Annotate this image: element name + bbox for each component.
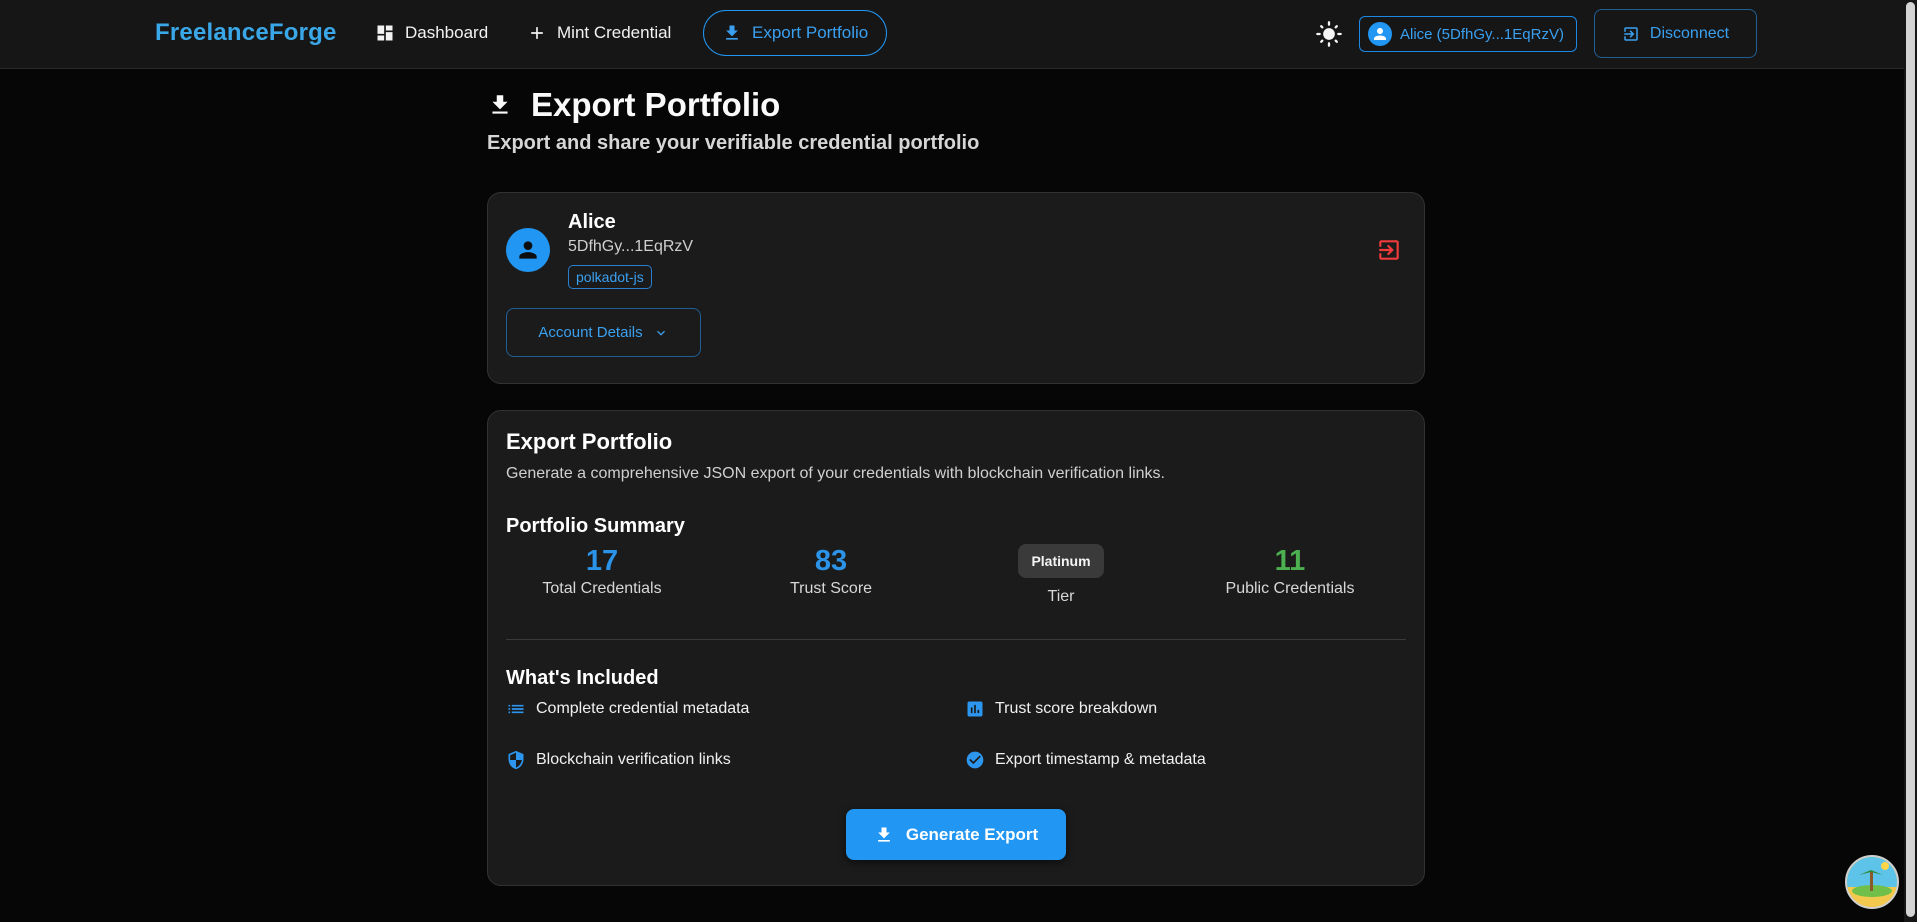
account-details-button[interactable]: Account Details	[506, 308, 701, 357]
shield-icon	[508, 750, 524, 770]
feature-label: Trust score breakdown	[995, 700, 1158, 717]
tier-badge: Platinum	[1018, 544, 1104, 578]
list-icon	[508, 704, 524, 714]
chip-avatar	[1368, 22, 1392, 46]
brand-logo[interactable]: FreelanceForge	[155, 19, 337, 47]
dashboard-icon	[377, 25, 393, 41]
logout-icon	[1624, 26, 1638, 41]
chevron-down-icon	[656, 330, 665, 336]
download-icon	[492, 95, 508, 114]
generate-export-button[interactable]: Generate Export	[846, 809, 1066, 860]
plus-icon	[531, 27, 543, 39]
nav-mint-label: Mint Credential	[557, 23, 672, 42]
export-description: Generate a comprehensive JSON export of …	[506, 465, 1165, 482]
logout-icon	[1379, 240, 1399, 260]
stat-public-credentials: 11 Public Credentials	[1190, 544, 1390, 598]
sun-icon	[1316, 21, 1342, 47]
stat-value: 83	[814, 545, 848, 577]
person-icon	[519, 241, 537, 259]
portfolio-summary-title: Portfolio Summary	[506, 515, 685, 537]
generate-export-label: Generate Export	[905, 824, 1039, 844]
page-title-text: Export Portfolio	[531, 86, 781, 123]
bar-chart-icon	[967, 701, 983, 717]
top-app-bar: FreelanceForge Dashboard Mint Credential…	[0, 0, 1917, 69]
page-title: Export Portfolio	[487, 84, 780, 126]
nav-export-portfolio-button[interactable]: Export Portfolio	[703, 10, 888, 56]
account-chip-label: Alice (5DfhGy...1EqRzV)	[1400, 25, 1564, 43]
whats-included-title: What's Included	[506, 667, 659, 689]
stat-label: Total Credentials	[542, 580, 662, 597]
person-icon	[1374, 28, 1386, 40]
stat-label: Public Credentials	[1225, 580, 1355, 597]
page-subtitle: Export and share your verifiable credent…	[487, 132, 980, 154]
account-details-label: Account Details	[538, 324, 643, 341]
scrollbar-thumb[interactable]	[1906, 2, 1915, 917]
island-avatar-icon	[1847, 857, 1897, 907]
disconnect-button[interactable]: Disconnect	[1594, 9, 1757, 58]
nav-export-label: Export Portfolio	[752, 23, 869, 42]
account-card: Alice 5DfhGy...1EqRzV polkadot-js Accoun…	[487, 192, 1425, 384]
account-chip[interactable]: Alice (5DfhGy...1EqRzV)	[1359, 16, 1577, 52]
feature-label: Blockchain verification links	[536, 751, 731, 768]
theme-toggle-button[interactable]	[1315, 20, 1343, 48]
floating-avatar-button[interactable]	[1845, 855, 1899, 909]
download-icon	[726, 25, 738, 40]
feature-item: Blockchain verification links	[506, 750, 731, 770]
nav-dashboard-button[interactable]: Dashboard	[361, 10, 502, 56]
nav-dashboard-label: Dashboard	[405, 23, 489, 42]
download-icon	[878, 827, 890, 842]
feature-label: Complete credential metadata	[536, 700, 750, 717]
avatar	[506, 228, 550, 272]
stat-total-credentials: 17 Total Credentials	[502, 544, 702, 598]
feature-item: Complete credential metadata	[506, 699, 749, 719]
wallet-badge: polkadot-js	[568, 265, 652, 289]
logout-button[interactable]	[1376, 237, 1402, 263]
account-name: Alice	[568, 211, 616, 233]
stat-value: 17	[585, 545, 619, 577]
stat-trust-score: 83 Trust Score	[731, 544, 931, 598]
account-address: 5DfhGy...1EqRzV	[568, 238, 694, 255]
feature-label: Export timestamp & metadata	[995, 751, 1206, 768]
feature-item: Export timestamp & metadata	[965, 750, 1206, 770]
stat-tier: Platinum Tier	[961, 532, 1161, 606]
nav-mint-credential-button[interactable]: Mint Credential	[513, 10, 685, 56]
check-circle-icon	[966, 751, 984, 769]
stat-label: Tier	[1047, 588, 1075, 605]
stat-label: Trust Score	[789, 580, 873, 597]
export-card-title: Export Portfolio	[506, 429, 673, 454]
disconnect-label: Disconnect	[1649, 24, 1730, 42]
stat-value: 11	[1274, 545, 1306, 577]
feature-item: Trust score breakdown	[965, 699, 1157, 719]
vertical-scrollbar[interactable]	[1904, 0, 1917, 922]
export-card: Export Portfolio Generate a comprehensiv…	[487, 410, 1425, 886]
divider	[506, 639, 1406, 640]
